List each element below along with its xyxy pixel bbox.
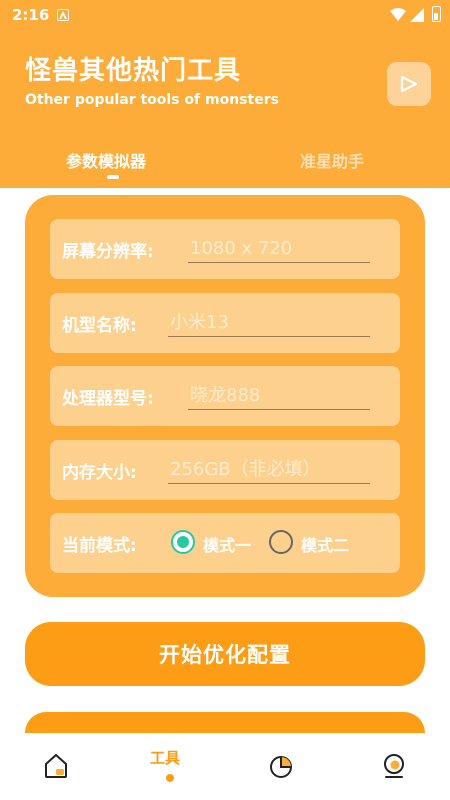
page-subtitle: Other popular tools of monsters xyxy=(25,92,279,108)
mode-one-radio[interactable] xyxy=(171,530,195,554)
model-input[interactable] xyxy=(168,305,370,337)
mode-label: 当前模式: xyxy=(62,536,137,556)
mode-one-label[interactable]: 模式一 xyxy=(203,532,251,556)
secondary-action-button[interactable] xyxy=(25,712,425,733)
wifi-icon xyxy=(390,8,406,21)
page-title: 怪兽其他热门工具 xyxy=(25,56,242,86)
bottom-navigation: 工具 xyxy=(0,733,450,800)
resolution-label: 屏幕分辨率: xyxy=(62,242,154,262)
memory-row: 内存大小: xyxy=(50,440,400,500)
memory-input[interactable] xyxy=(168,452,370,484)
start-optimize-button[interactable]: 开始优化配置 xyxy=(25,622,425,686)
pie-chart-icon[interactable] xyxy=(269,753,295,779)
app-header: 2:16 怪兽其他热门工具 Other popular tools of mon… xyxy=(0,0,450,188)
resolution-row: 屏幕分辨率: xyxy=(50,219,400,279)
signal-icon xyxy=(410,8,424,22)
mode-row: 当前模式: 模式一 模式二 xyxy=(50,513,400,573)
mode-two-radio[interactable] xyxy=(269,530,293,554)
profile-icon[interactable] xyxy=(382,753,406,779)
battery-icon xyxy=(432,6,441,22)
processor-label: 处理器型号: xyxy=(62,389,154,409)
memory-label: 内存大小: xyxy=(62,463,137,483)
home-icon[interactable] xyxy=(44,753,68,779)
nav-tools-label[interactable]: 工具 xyxy=(150,747,180,768)
nav-active-dot xyxy=(166,774,174,782)
status-bar: 2:16 xyxy=(0,0,450,30)
active-tab-indicator xyxy=(107,175,119,179)
resolution-input[interactable] xyxy=(188,231,370,263)
tab-crosshair-assistant[interactable]: 准星助手 xyxy=(300,148,364,172)
play-button[interactable] xyxy=(387,62,431,106)
model-row: 机型名称: xyxy=(50,293,400,353)
mode-two-label[interactable]: 模式二 xyxy=(301,532,349,556)
status-time: 2:16 xyxy=(12,6,50,24)
tab-parameter-simulator[interactable]: 参数模拟器 xyxy=(66,148,146,172)
play-icon xyxy=(400,75,418,93)
processor-row: 处理器型号: xyxy=(50,366,400,426)
notification-a-icon xyxy=(57,9,69,21)
model-label: 机型名称: xyxy=(62,316,137,336)
processor-input[interactable] xyxy=(188,378,370,410)
